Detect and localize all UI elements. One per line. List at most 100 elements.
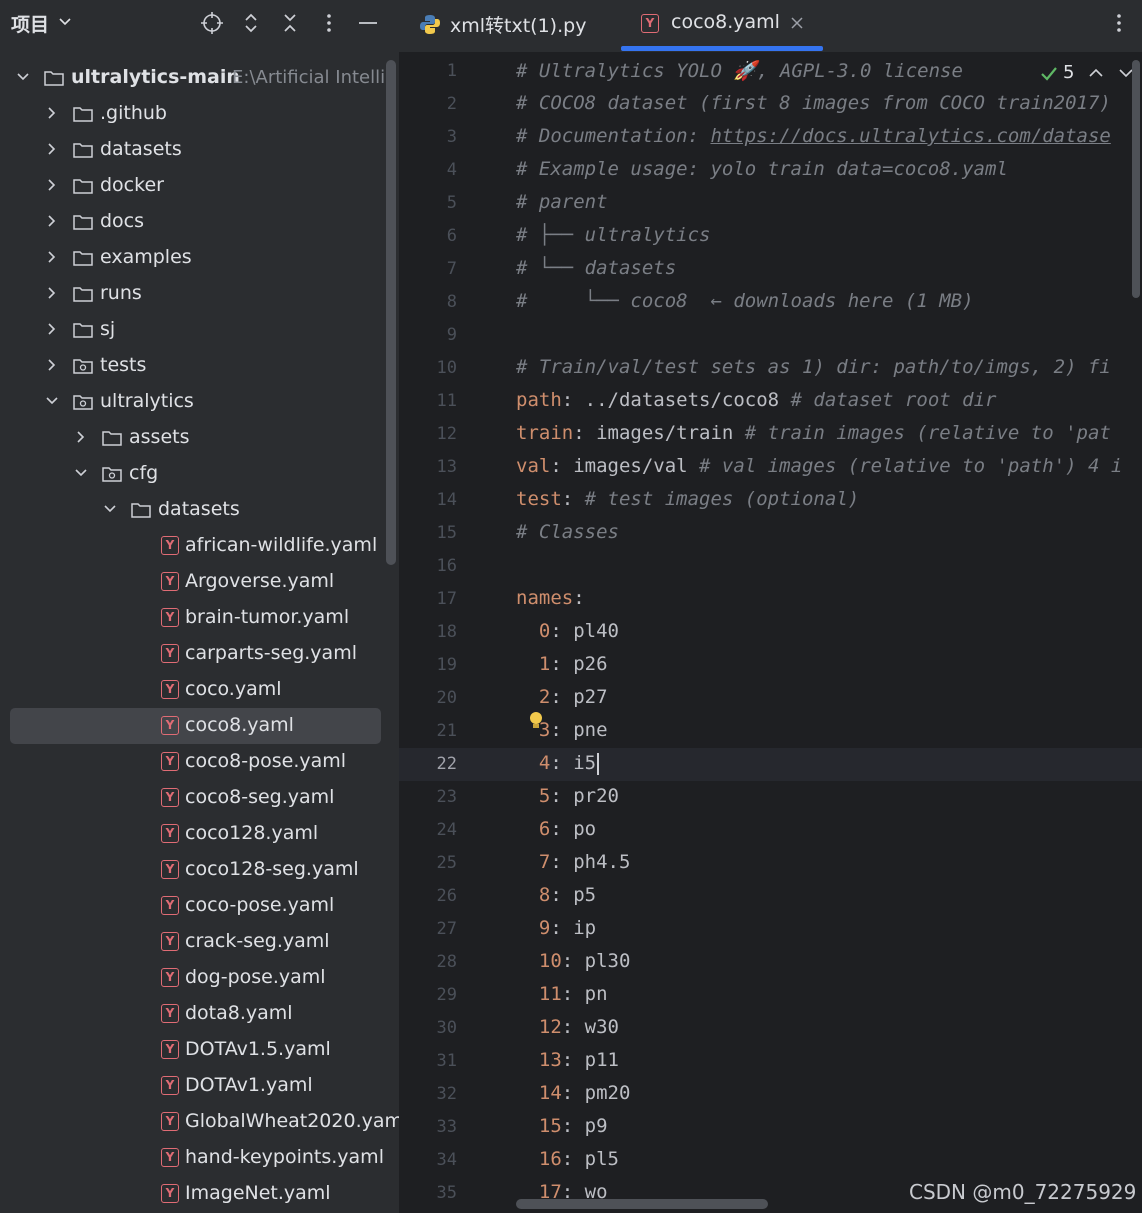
expand-all-icon[interactable] bbox=[239, 11, 263, 35]
tree-folder-row[interactable]: sj bbox=[0, 312, 399, 348]
tree-file-row[interactable]: Y DOTAv1.5.yaml bbox=[0, 1032, 399, 1068]
code-line[interactable]: 21 3: pne bbox=[399, 715, 1142, 748]
lightbulb-icon[interactable] bbox=[528, 711, 544, 731]
code-line[interactable]: 28 10: pl30 bbox=[399, 946, 1142, 979]
tree-file-row[interactable]: Ybrain-tumor.yaml bbox=[0, 600, 399, 636]
chevron-right-icon[interactable] bbox=[44, 105, 60, 121]
tree-folder-row[interactable]: runs bbox=[0, 276, 399, 312]
code-line[interactable]: 15 # Classes bbox=[399, 517, 1142, 550]
tree-file-row[interactable]: Ycoco8-seg.yaml bbox=[0, 780, 399, 816]
tree-folder-row[interactable]: ultralytics bbox=[0, 384, 399, 420]
tree-item-label: runs bbox=[100, 282, 142, 304]
code-line[interactable]: 9 bbox=[399, 319, 1142, 352]
code-line[interactable]: 22 4: i5 bbox=[399, 748, 1142, 781]
code-line[interactable]: 27 9: ip bbox=[399, 913, 1142, 946]
code-line[interactable]: 16 bbox=[399, 550, 1142, 583]
tree-file-row[interactable]: Ydota8.yaml bbox=[0, 996, 399, 1032]
code-line[interactable]: 32 14: pm20 bbox=[399, 1078, 1142, 1111]
code-line[interactable]: 10 # Train/val/test sets as 1) dir: path/… bbox=[399, 352, 1142, 385]
tree-file-row[interactable]: Ycoco.yaml bbox=[0, 672, 399, 708]
line-number: 10 bbox=[436, 358, 457, 378]
chevron-up-icon[interactable] bbox=[1087, 64, 1105, 82]
code-line[interactable]: 3 # Documentation: https://docs.ultralyti… bbox=[399, 121, 1142, 154]
code-line[interactable]: 11 path: ../datasets/coco8 # dataset root… bbox=[399, 385, 1142, 418]
tree-file-row[interactable]: Y GlobalWheat2020.yaml bbox=[0, 1104, 399, 1140]
tree-file-row[interactable]: Ycoco8.yaml bbox=[0, 708, 399, 744]
tree-file-row[interactable]: Yafrican-wildlife.yaml bbox=[0, 528, 399, 564]
minimize-icon[interactable] bbox=[356, 11, 380, 35]
chevron-right-icon[interactable] bbox=[44, 177, 60, 193]
editor-scrollbar[interactable] bbox=[1132, 60, 1140, 298]
code-line[interactable]: 30 12: w30 bbox=[399, 1012, 1142, 1045]
code-line[interactable]: 6 # ├── ultralytics bbox=[399, 220, 1142, 253]
tree-file-row[interactable]: Ycarparts-seg.yaml bbox=[0, 636, 399, 672]
tree-root-row[interactable]: ultralytics-main E:\Artificial Intellig bbox=[0, 60, 399, 96]
tree-folder-row[interactable]: cfg bbox=[0, 456, 399, 492]
tree-folder-row[interactable]: datasets bbox=[0, 492, 399, 528]
collapse-all-icon[interactable] bbox=[278, 11, 302, 35]
more-options-icon[interactable] bbox=[317, 11, 341, 35]
code-line[interactable]: 33 15: p9 bbox=[399, 1111, 1142, 1144]
tree-file-row[interactable]: Ycoco-pose.yaml bbox=[0, 888, 399, 924]
tree-file-row[interactable]: Ycoco128-seg.yaml bbox=[0, 852, 399, 888]
code-line[interactable]: 34 16: pl5 bbox=[399, 1144, 1142, 1177]
tree-file-row[interactable]: Y DOTAv1.yaml bbox=[0, 1068, 399, 1104]
code-line[interactable]: 25 7: ph4.5 bbox=[399, 847, 1142, 880]
tree-file-row[interactable]: Y ImageNet.yaml bbox=[0, 1176, 399, 1212]
locate-icon[interactable] bbox=[200, 11, 224, 35]
code-line[interactable]: 4 # Example usage: yolo train data=coco8.… bbox=[399, 154, 1142, 187]
code-line[interactable]: 13 val: images/val # val images (relative… bbox=[399, 451, 1142, 484]
horizontal-scrollbar[interactable] bbox=[516, 1199, 768, 1209]
tree-file-row[interactable]: Y Argoverse.yaml bbox=[0, 564, 399, 600]
project-view-title[interactable]: 项目 bbox=[11, 10, 49, 37]
code-line[interactable]: 19 1: p26 bbox=[399, 649, 1142, 682]
tree-file-row[interactable]: Ycoco8-pose.yaml bbox=[0, 744, 399, 780]
tree-folder-row[interactable]: .github bbox=[0, 96, 399, 132]
tree-folder-row[interactable]: docs bbox=[0, 204, 399, 240]
tree-file-row[interactable]: Yhand-keypoints.yaml bbox=[0, 1140, 399, 1176]
chevron-right-icon[interactable] bbox=[44, 141, 60, 157]
chevron-down-icon[interactable] bbox=[102, 501, 118, 517]
tree-folder-row[interactable]: assets bbox=[0, 420, 399, 456]
tree-file-row[interactable]: Ydog-pose.yaml bbox=[0, 960, 399, 996]
chevron-down-icon[interactable] bbox=[73, 465, 89, 481]
tab-options-icon[interactable] bbox=[1107, 11, 1131, 35]
code-line[interactable]: 20 2: p27 bbox=[399, 682, 1142, 715]
code-line[interactable]: 23 5: pr20 bbox=[399, 781, 1142, 814]
chevron-right-icon[interactable] bbox=[44, 321, 60, 337]
chevron-down-icon[interactable] bbox=[57, 11, 73, 33]
chevron-right-icon[interactable] bbox=[44, 213, 60, 229]
chevron-right-icon[interactable] bbox=[73, 429, 89, 445]
chevron-down-icon[interactable] bbox=[15, 69, 31, 85]
code-line[interactable]: 8 # └── coco8 ← downloads here (1 MB) bbox=[399, 286, 1142, 319]
chevron-right-icon[interactable] bbox=[44, 249, 60, 265]
code-line[interactable]: 5 # parent bbox=[399, 187, 1142, 220]
chevron-right-icon[interactable] bbox=[44, 285, 60, 301]
sidebar-scrollbar[interactable] bbox=[386, 60, 396, 565]
tree-folder-row[interactable]: examples bbox=[0, 240, 399, 276]
code-line[interactable]: 12 train: images/train # train images (re… bbox=[399, 418, 1142, 451]
tree-file-row[interactable]: Ycrack-seg.yaml bbox=[0, 924, 399, 960]
tab-xml-to-txt[interactable]: xml转txt(1).py bbox=[419, 0, 619, 52]
chevron-right-icon[interactable] bbox=[44, 357, 60, 373]
tree-item-label: docs bbox=[100, 210, 145, 232]
tab-coco8-yaml[interactable]: Y coco8.yaml bbox=[641, 0, 831, 52]
code-line[interactable]: 31 13: p11 bbox=[399, 1045, 1142, 1078]
tree-folder-row[interactable]: tests bbox=[0, 348, 399, 384]
code-line[interactable]: 7 # └── datasets bbox=[399, 253, 1142, 286]
chevron-down-icon[interactable] bbox=[44, 393, 60, 409]
code-line[interactable]: 2 # COCO8 dataset (first 8 images from CO… bbox=[399, 88, 1142, 121]
line-text: 1: p26 bbox=[516, 653, 608, 675]
tree-folder-row[interactable]: docker bbox=[0, 168, 399, 204]
code-line[interactable]: 17 names: bbox=[399, 583, 1142, 616]
tree-folder-row[interactable]: datasets bbox=[0, 132, 399, 168]
close-icon[interactable] bbox=[790, 16, 804, 30]
code-line[interactable]: 1 # Ultralytics YOLO 🚀, AGPL-3.0 license bbox=[399, 55, 1142, 88]
code-line[interactable]: 14 test: # test images (optional) bbox=[399, 484, 1142, 517]
tree-file-row[interactable]: Ycoco128.yaml bbox=[0, 816, 399, 852]
code-line[interactable]: 24 6: po bbox=[399, 814, 1142, 847]
code-line[interactable]: 18 0: pl40 bbox=[399, 616, 1142, 649]
code-line[interactable]: 26 8: p5 bbox=[399, 880, 1142, 913]
folder-icon bbox=[73, 287, 93, 302]
code-line[interactable]: 29 11: pn bbox=[399, 979, 1142, 1012]
